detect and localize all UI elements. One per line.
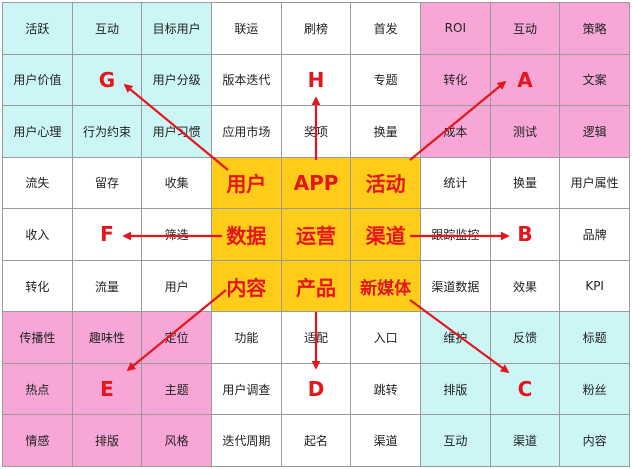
core-cell: 活动: [351, 157, 421, 210]
grid-cell: 逻辑: [560, 106, 630, 158]
grid-cell: 风格: [142, 415, 212, 467]
grid-cell: 跟踪监控: [420, 209, 491, 261]
grid-cell: 转化: [420, 54, 491, 107]
grid-cell: 活跃: [3, 3, 73, 55]
grid-cell: 热点: [3, 363, 73, 416]
grid-cell: 文案: [560, 54, 630, 107]
grid-cell: 转化: [3, 260, 73, 313]
grid-cell: 趣味性: [72, 312, 143, 364]
grid-cell: 目标用户: [142, 3, 212, 55]
grid-cell: 用户习惯: [142, 106, 212, 158]
grid-cell: 维护: [420, 312, 491, 364]
grid-cell: 收入: [3, 209, 73, 261]
grid-cell: 反馈: [490, 312, 561, 364]
grid-cell: 首发: [351, 3, 421, 55]
grid-cell: 用户调查: [211, 363, 282, 416]
core-cell: 数据: [211, 209, 282, 261]
grid-cell: 粉丝: [560, 363, 630, 416]
core-cell: 运营: [281, 209, 352, 261]
grid-cell: 筛选: [142, 209, 212, 261]
diagram-canvas: 活跃 互动 目标用户 联运 刷榜 首发 ROI 互动 策略 用户价值 G 用户分级 版本迭代 H 专题 转化 A…: [0, 0, 632, 469]
grid-cell: 品牌: [560, 209, 630, 261]
grid-cell: 用户价值: [3, 54, 73, 107]
grid-cell: 定位: [142, 312, 212, 364]
grid-cell: 渠道: [490, 415, 561, 467]
category-letter: A: [490, 54, 561, 107]
grid-cell: 留存: [72, 157, 143, 210]
grid-cell: 标题: [560, 312, 630, 364]
category-letter: H: [281, 54, 352, 107]
grid-cell: 联运: [211, 3, 282, 55]
operations-grid: 活跃 互动 目标用户 联运 刷榜 首发 ROI 互动 策略 用户价值 G 用户分级 版本迭代 H 专题 转化 A…: [2, 2, 630, 467]
grid-cell: 互动: [420, 415, 491, 467]
grid-cell: 策略: [560, 3, 630, 55]
grid-cell: 刷榜: [281, 3, 352, 55]
grid-cell: 换量: [351, 106, 421, 158]
category-letter: D: [281, 363, 352, 416]
grid-cell: 渠道: [351, 415, 421, 467]
grid-cell: 排版: [72, 415, 143, 467]
grid-cell: 行为约束: [72, 106, 143, 158]
grid-cell: 换量: [490, 157, 561, 210]
grid-cell: 用户: [142, 260, 212, 313]
grid-cell: 应用市场: [211, 106, 282, 158]
grid-cell: 迭代周期: [211, 415, 282, 467]
category-letter: E: [72, 363, 143, 416]
grid-cell: 情感: [3, 415, 73, 467]
grid-cell: 版本迭代: [211, 54, 282, 107]
grid-cell: 互动: [72, 3, 143, 55]
grid-cell: 流量: [72, 260, 143, 313]
grid-cell: 测试: [490, 106, 561, 158]
grid-cell: ROI: [420, 3, 491, 55]
grid-cell: 入口: [351, 312, 421, 364]
grid-cell: 互动: [490, 3, 561, 55]
grid-cell: 用户属性: [560, 157, 630, 210]
grid-cell: 统计: [420, 157, 491, 210]
grid-cell: 专题: [351, 54, 421, 107]
grid-cell: 流失: [3, 157, 73, 210]
grid-cell: 渠道数据: [420, 260, 491, 313]
category-letter: F: [72, 209, 143, 261]
grid-cell: 主题: [142, 363, 212, 416]
core-cell: 产品: [281, 260, 352, 313]
grid-cell: 跳转: [351, 363, 421, 416]
core-cell: 用户: [211, 157, 282, 210]
core-cell: 内容: [211, 260, 282, 313]
grid-cell: 收集: [142, 157, 212, 210]
category-letter: B: [490, 209, 561, 261]
category-letter: C: [490, 363, 561, 416]
grid-cell: 排版: [420, 363, 491, 416]
grid-cell: 成本: [420, 106, 491, 158]
grid-cell: 内容: [560, 415, 630, 467]
grid-cell: 起名: [281, 415, 352, 467]
grid-cell: 传播性: [3, 312, 73, 364]
grid-cell: 适配: [281, 312, 352, 364]
core-cell: 渠道: [351, 209, 421, 261]
grid-cell: 奖项: [281, 106, 352, 158]
category-letter: G: [72, 54, 143, 107]
core-cell: 新媒体: [351, 260, 421, 313]
grid-cell: 用户心理: [3, 106, 73, 158]
grid-cell: KPI: [560, 260, 630, 313]
grid-cell: 功能: [211, 312, 282, 364]
core-cell: APP: [281, 157, 352, 210]
grid-cell: 用户分级: [142, 54, 212, 107]
grid-cell: 效果: [490, 260, 561, 313]
